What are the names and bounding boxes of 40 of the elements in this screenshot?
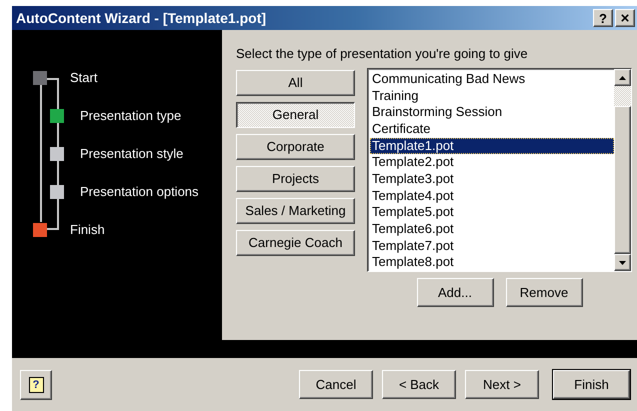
footer-button[interactable]: Cancel xyxy=(299,370,373,399)
step-label: Presentation options xyxy=(80,183,199,202)
help-button[interactable]: ? xyxy=(20,370,52,400)
down-arrow-icon xyxy=(619,260,626,264)
scroll-down-button[interactable] xyxy=(614,254,631,271)
template-item[interactable]: Template4.pot xyxy=(370,188,614,204)
up-arrow-icon xyxy=(619,76,626,80)
step-label: Presentation style xyxy=(80,145,184,164)
footer-button[interactable]: Next > xyxy=(465,370,539,399)
template-item[interactable]: Template8.pot xyxy=(370,254,614,272)
footer-button[interactable]: < Back xyxy=(382,370,456,399)
list-button[interactable]: Remove xyxy=(506,278,582,307)
template-item[interactable]: Certificate xyxy=(370,121,614,138)
template-item[interactable]: Template6.pot xyxy=(370,221,614,238)
list-button[interactable]: Add... xyxy=(416,278,494,307)
category-button[interactable]: Projects xyxy=(236,166,355,192)
window-title: AutoContent Wizard - [Template1.pot] xyxy=(16,8,268,28)
step-label: Presentation type xyxy=(80,107,182,126)
category-button[interactable]: General xyxy=(236,102,355,128)
step-label: Finish xyxy=(70,221,105,240)
template-item[interactable]: Template7.pot xyxy=(370,238,614,254)
help-button[interactable]: ? xyxy=(593,9,613,27)
template-item[interactable]: Communicating Bad News xyxy=(370,71,614,88)
prompt-text: Select the type of presentation you're going to give xyxy=(236,45,529,63)
template-item[interactable]: Training xyxy=(370,88,614,104)
scroll-up-button[interactable] xyxy=(614,69,631,86)
template-item[interactable]: Template5.pot xyxy=(370,204,614,222)
category-button[interactable]: Carnegie Coach xyxy=(236,230,355,256)
template-item[interactable]: Brainstorming Session xyxy=(370,104,614,122)
footer-button[interactable]: Finish xyxy=(553,370,630,399)
category-button[interactable]: Corporate xyxy=(236,134,355,160)
scrollbar[interactable] xyxy=(614,69,631,271)
template-item[interactable]: Template3.pot xyxy=(370,171,614,188)
step-label: Start xyxy=(70,69,98,88)
template-item[interactable]: Template2.pot xyxy=(370,154,614,172)
close-button[interactable]: × xyxy=(615,9,635,27)
category-button[interactable]: Sales / Marketing xyxy=(236,198,355,224)
template-item[interactable]: Template1.pot xyxy=(370,138,614,154)
scroll-thumb[interactable] xyxy=(614,106,631,254)
category-button[interactable]: All xyxy=(236,70,355,96)
